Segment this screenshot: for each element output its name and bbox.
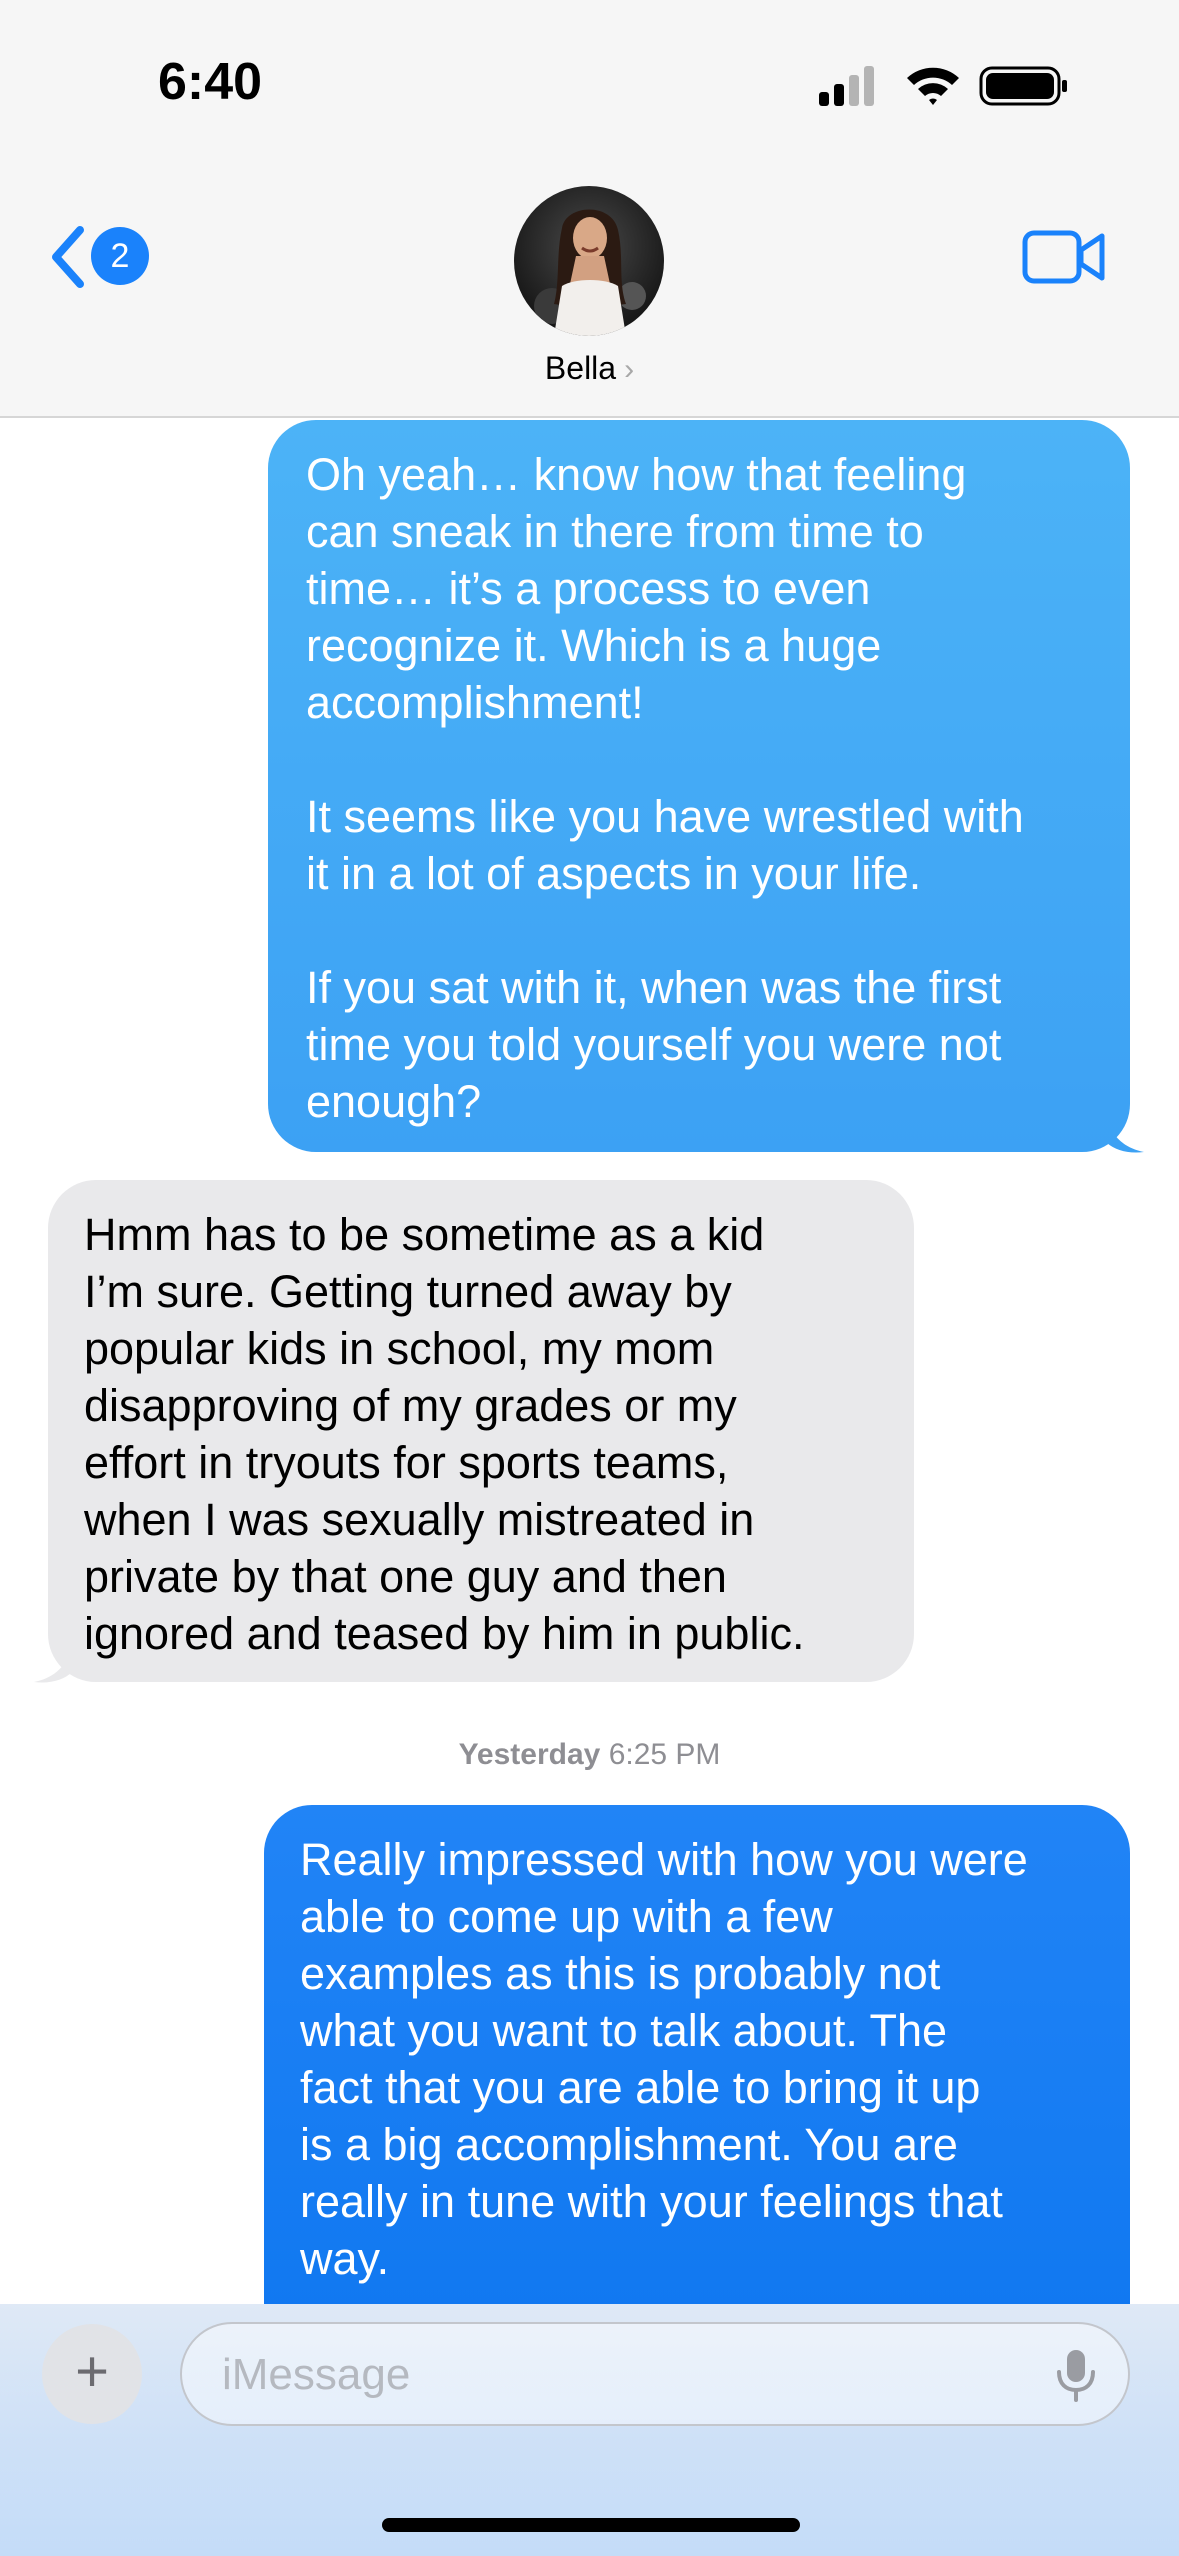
status-time: 6:40 (158, 53, 263, 111)
video-camera-icon (1022, 230, 1105, 284)
conversation-header: 6:40 2 Bella › (0, 0, 1179, 418)
message-timestamp: Yesterday 6:25 PM (0, 1738, 1179, 1772)
contact-name: Bella (544, 350, 617, 386)
battery-icon (979, 66, 1067, 106)
microphone-icon[interactable] (1054, 2348, 1098, 2404)
add-attachment-button[interactable]: + (42, 2324, 142, 2424)
imessage-field[interactable] (180, 2322, 1130, 2426)
outgoing-message[interactable]: Really impressed with how you were able … (264, 1805, 1130, 2365)
avatar-photo (514, 186, 664, 336)
chevron-right-icon: › (624, 353, 635, 386)
outgoing-message[interactable]: Oh yeah… know how that feeling can sneak… (268, 420, 1130, 1152)
video-call-button[interactable] (1022, 226, 1106, 288)
incoming-message[interactable]: Hmm has to be sometime as a kid I’m sure… (48, 1180, 914, 1682)
back-button[interactable]: 2 (46, 222, 156, 292)
wifi-icon (907, 67, 959, 105)
status-icons (819, 62, 1079, 110)
contact-name-row[interactable]: Bella › (0, 350, 1179, 387)
timestamp-time: 6:25 PM (608, 1738, 721, 1771)
home-indicator[interactable] (382, 2518, 800, 2532)
contact-avatar[interactable] (514, 186, 664, 336)
unread-count-badge: 2 (91, 227, 149, 285)
message-input[interactable] (220, 2324, 1004, 2426)
chevron-left-icon (52, 226, 84, 288)
messages-screen: 6:40 2 Bella › Oh yeah… know how that fe… (0, 0, 1179, 2556)
timestamp-day: Yesterday (458, 1738, 601, 1771)
plus-icon: + (75, 2339, 109, 2404)
